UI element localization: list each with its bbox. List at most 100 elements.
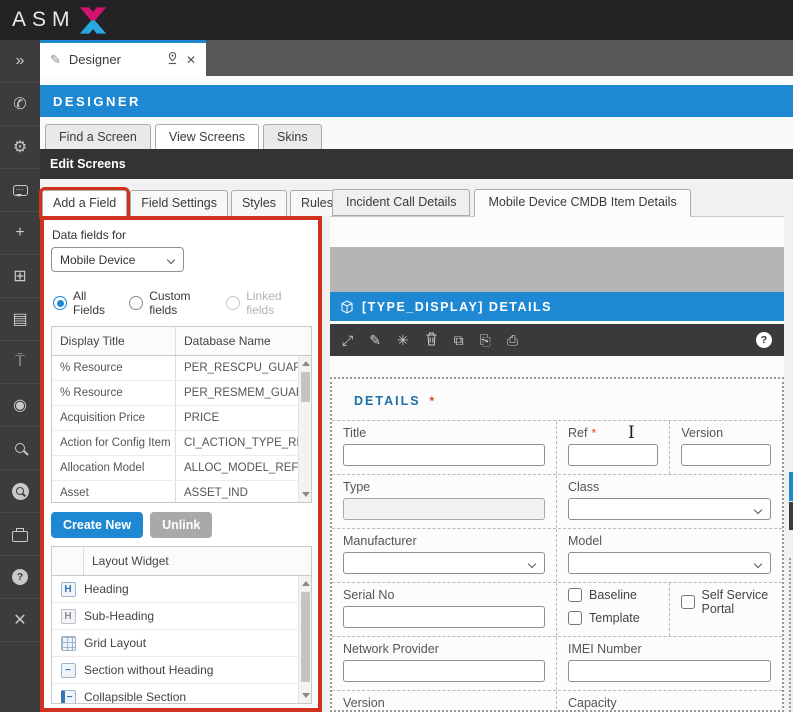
details-section: DETAILS* Title Ref*	[330, 377, 784, 712]
version-field-cell: Version	[670, 421, 782, 474]
manufacturer-field-cell: Manufacturer	[332, 529, 557, 582]
baseline-checkbox[interactable]	[568, 588, 582, 602]
table-row[interactable]: Action for Config ItemCI_ACTION_TYPE_REF	[52, 431, 311, 456]
sub-heading-icon: H	[61, 609, 76, 624]
table-row[interactable]: Acquisition PricePRICE	[52, 406, 311, 431]
imei-number-label: IMEI Number	[568, 642, 771, 656]
print-icon[interactable]: ⎙	[507, 333, 518, 347]
class-field-cell: Class	[557, 475, 782, 528]
designer-window-tab[interactable]: ✎ Designer ✕	[40, 40, 206, 76]
model-select[interactable]	[568, 552, 771, 574]
tab-find-a-screen[interactable]: Find a Screen	[45, 124, 151, 149]
radio-custom-fields-label[interactable]: Custom fields	[149, 289, 212, 317]
tab-view-screens[interactable]: View Screens	[155, 124, 259, 149]
add-icon[interactable]: +	[0, 212, 40, 255]
table-row[interactable]: % ResourcePER_RESCPU_GUARAN	[52, 356, 311, 381]
copy-icon[interactable]: ⧉	[454, 333, 464, 347]
imei-number-input[interactable]	[568, 660, 771, 682]
scrollbar-thumb[interactable]	[301, 592, 310, 682]
ref-input[interactable]	[568, 444, 658, 466]
entity-select[interactable]: Mobile Device	[51, 247, 184, 272]
table-row[interactable]: Allocation ModelALLOC_MODEL_REF	[52, 456, 311, 481]
tab-styles[interactable]: Styles	[231, 190, 287, 216]
window-tab-strip: ✎ Designer ✕	[40, 40, 793, 76]
title-input[interactable]	[343, 444, 545, 466]
search-icon[interactable]	[0, 427, 40, 470]
self-service-portal-checkbox[interactable]	[681, 595, 695, 609]
manufacturer-select[interactable]	[343, 552, 545, 574]
scroll-down-icon[interactable]	[302, 693, 310, 698]
help-icon[interactable]: ?	[756, 332, 772, 348]
list-item[interactable]: HHeading	[52, 576, 311, 603]
chat-icon[interactable]: ⋯	[0, 169, 40, 212]
details-section-title: DETAILS*	[332, 379, 782, 421]
edit-screens-bar: Edit Screens	[40, 149, 793, 179]
title-field-cell: Title	[332, 421, 557, 474]
network-provider-input[interactable]	[343, 660, 545, 682]
report-icon[interactable]: ▤	[0, 298, 40, 341]
fields-table-scrollbar[interactable]	[298, 356, 311, 502]
baseline-template-cell: Baseline Template	[557, 583, 670, 636]
list-item[interactable]: −Section without Heading	[52, 657, 311, 684]
table-row[interactable]: AssetASSET_IND	[52, 481, 311, 502]
create-new-button[interactable]: Create New	[51, 512, 143, 538]
close-icon[interactable]: ✕	[0, 599, 40, 642]
radio-all-fields-label[interactable]: All Fields	[73, 289, 115, 317]
briefcase-icon[interactable]	[0, 513, 40, 556]
add-a-field-panel: Data fields for Mobile Device All Fields…	[40, 216, 322, 712]
paste-icon[interactable]: ⎘	[480, 333, 491, 347]
list-item[interactable]: HSub-Heading	[52, 603, 311, 630]
radio-all-fields[interactable]	[53, 296, 67, 310]
asm-logo-text: ASM	[12, 8, 76, 32]
unlink-button[interactable]: Unlink	[150, 512, 212, 538]
help-icon[interactable]: ?	[0, 556, 40, 599]
collapse-icon[interactable]: ⤢	[342, 333, 353, 347]
radio-linked-fields	[226, 296, 240, 310]
delete-icon[interactable]	[425, 332, 438, 348]
global-search-icon[interactable]	[0, 470, 40, 513]
self-service-portal-label: Self Service Portal	[702, 588, 772, 616]
tab-mobile-device-cmdb-item-details[interactable]: Mobile Device CMDB Item Details	[474, 189, 690, 217]
pin-tab-icon[interactable]	[167, 51, 178, 68]
edit-icon[interactable]: ✎	[369, 333, 381, 347]
tab-incident-call-details[interactable]: Incident Call Details	[332, 189, 470, 216]
screen-header-title: [TYPE_DISPLAY] DETAILS	[362, 300, 552, 314]
scroll-up-icon[interactable]	[302, 361, 310, 366]
screen-tabs: Incident Call Details Mobile Device CMDB…	[330, 187, 784, 216]
field-panel-tabs: Add a Field Field Settings Styles Rules	[40, 187, 322, 216]
class-select[interactable]	[568, 498, 771, 520]
apps-grid-icon[interactable]: ⊞	[0, 255, 40, 298]
scroll-up-icon[interactable]	[302, 581, 310, 586]
adjacent-panel-sliver	[789, 502, 793, 530]
manufacturer-label: Manufacturer	[343, 534, 545, 548]
pin-icon[interactable]: ⍑	[0, 341, 40, 384]
scrollbar-thumb[interactable]	[301, 372, 310, 402]
tab-add-a-field[interactable]: Add a Field	[42, 190, 127, 216]
form-row: Network Provider IMEI Number	[332, 637, 782, 691]
layout-widget-table: Layout Widget HHeading HSub-Heading Grid…	[51, 546, 312, 704]
tab-skins[interactable]: Skins	[263, 124, 322, 149]
settings-icon[interactable]: ⚙	[0, 126, 40, 169]
widget-table-scrollbar[interactable]	[298, 576, 311, 703]
form-row: Manufacturer Model	[332, 529, 782, 583]
serial-no-input[interactable]	[343, 606, 545, 628]
chevron-down-icon	[528, 560, 536, 568]
radio-linked-fields-label: Linked fields	[246, 289, 304, 317]
table-row[interactable]: % ResourcePER_RESMEM_GUARA	[52, 381, 311, 406]
watch-icon[interactable]: ◉	[0, 384, 40, 427]
expand-icon[interactable]: »	[0, 40, 40, 83]
template-checkbox[interactable]	[568, 611, 582, 625]
network-provider-field-cell: Network Provider	[332, 637, 557, 690]
wildcard-icon[interactable]: ✳	[397, 333, 409, 347]
form-row: Title Ref* Version	[332, 421, 782, 475]
list-item[interactable]: −Collapsible Section	[52, 684, 311, 703]
scroll-down-icon[interactable]	[302, 492, 310, 497]
field-filter-radios: All Fields Custom fields Linked fields	[53, 289, 312, 317]
widget-icon-column	[52, 547, 84, 575]
tab-field-settings[interactable]: Field Settings	[130, 190, 228, 216]
radio-custom-fields[interactable]	[129, 296, 143, 310]
close-tab-icon[interactable]: ✕	[186, 53, 196, 67]
list-item[interactable]: Grid Layout	[52, 630, 311, 657]
phone-icon[interactable]: ✆	[0, 83, 40, 126]
version-input[interactable]	[681, 444, 771, 466]
